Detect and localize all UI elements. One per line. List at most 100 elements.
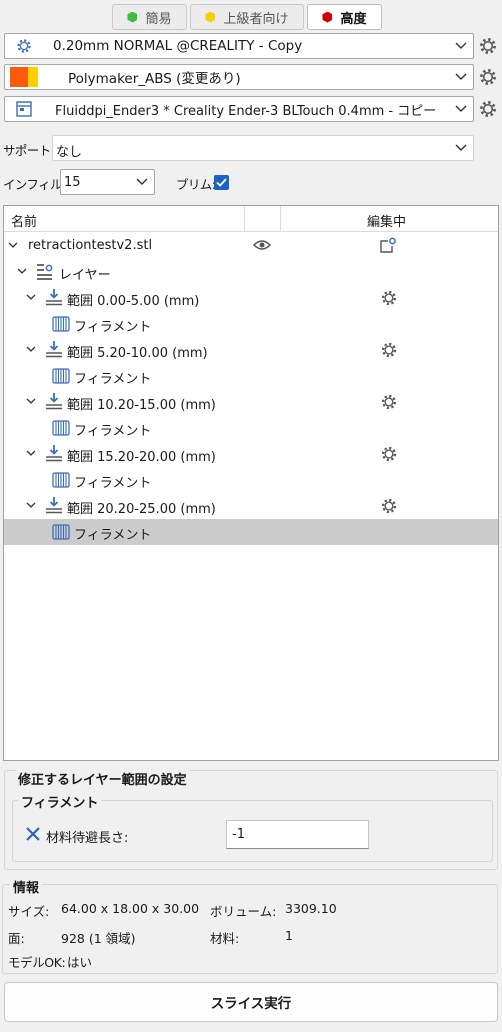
material-label: 材料:: [210, 931, 240, 946]
range-setting-row[interactable]: フィラメント: [4, 415, 498, 441]
object-name: retractiontestv2.stl: [28, 238, 153, 253]
mode-simple-button[interactable]: 簡易: [112, 4, 187, 30]
volume-label: ボリューム:: [210, 904, 277, 919]
range-row[interactable]: 範囲 15.20-20.00 (mm): [4, 441, 498, 467]
object-list[interactable]: 名前 編集中 retractiontestv2.stl レイヤー 範囲 0.00…: [3, 205, 499, 761]
mode-expert-button[interactable]: 高度: [307, 4, 382, 30]
gear-icon[interactable]: [380, 445, 398, 463]
volume-value: 3309.10: [285, 901, 337, 916]
eye-icon[interactable]: [253, 239, 271, 251]
range-row[interactable]: 範囲 0.00-5.00 (mm): [4, 285, 498, 311]
printer-preset-combo[interactable]: Fluiddpi_Ender3 * Creality Ender-3 BLTou…: [4, 96, 474, 122]
mode-advanced-label: 上級者向け: [223, 11, 289, 27]
mode-advanced-button[interactable]: 上級者向け: [190, 4, 304, 30]
infill-value: 15: [64, 175, 81, 190]
layer-range-icon: [46, 445, 62, 462]
support-label: サポート:: [3, 143, 55, 158]
support-value: なし: [56, 145, 83, 160]
print-preset-value: 0.20mm NORMAL @CREALITY - Copy: [53, 38, 303, 54]
brim-checkbox[interactable]: [214, 175, 229, 190]
column-editing-header: 編集中: [367, 215, 407, 230]
model-ok-value: はい: [67, 955, 93, 970]
range-setting-label: フィラメント: [74, 476, 152, 491]
retract-length-input[interactable]: -1: [226, 820, 369, 849]
filament-color-swatch: [10, 67, 38, 87]
range-setting-row[interactable]: フィラメント: [4, 311, 498, 337]
brim-label: ブリム:: [176, 177, 216, 192]
size-value: 64.00 x 18.00 x 30.00: [61, 901, 200, 916]
red-hexagon-icon: [322, 11, 333, 23]
filament-icon: [52, 472, 70, 488]
range-row[interactable]: 範囲 5.20-10.00 (mm): [4, 337, 498, 363]
layers-row[interactable]: レイヤー: [4, 259, 498, 285]
range-label: 範囲 5.20-10.00 (mm): [67, 346, 208, 361]
range-setting-label: フィラメント: [74, 372, 152, 387]
material-value: 1: [285, 928, 293, 943]
remove-setting-icon[interactable]: [25, 826, 41, 842]
print-preset-gear-icon[interactable]: [478, 36, 498, 56]
range-setting-row-selected[interactable]: フィラメント: [4, 519, 498, 545]
filament-group-title: フィラメント: [18, 792, 102, 811]
gear-icon[interactable]: [380, 497, 398, 515]
chevron-down-icon[interactable]: [26, 344, 36, 354]
retract-length-label: 材料待避長さ:: [46, 831, 129, 846]
filament-icon: [52, 420, 70, 436]
retract-length-value: -1: [232, 827, 245, 842]
filament-icon: [52, 368, 70, 384]
infill-label: インフィル:: [3, 177, 66, 192]
object-list-header: 名前 編集中: [4, 206, 498, 232]
layers-icon: [37, 264, 53, 280]
chevron-down-icon: [136, 178, 148, 185]
chevron-down-icon[interactable]: [26, 292, 36, 302]
range-setting-label: フィラメント: [74, 528, 152, 543]
faces-label: 面:: [8, 931, 25, 946]
layers-label: レイヤー: [59, 268, 111, 283]
range-row[interactable]: 範囲 20.20-25.00 (mm): [4, 493, 498, 519]
layer-range-icon: [46, 289, 62, 306]
range-setting-row[interactable]: フィラメント: [4, 467, 498, 493]
chevron-down-icon: [455, 42, 467, 49]
chevron-down-icon[interactable]: [8, 240, 18, 250]
column-name-header: 名前: [11, 215, 38, 230]
gear-icon[interactable]: [380, 393, 398, 411]
model-ok-label: モデルOK:: [8, 955, 66, 970]
print-settings-gear-icon: [17, 39, 31, 53]
range-label: 範囲 15.20-20.00 (mm): [67, 450, 216, 465]
layer-range-icon: [46, 497, 62, 514]
filament-preset-gear-icon[interactable]: [478, 67, 498, 87]
filament-preset-combo[interactable]: Polymaker_ABS (変更あり): [4, 64, 474, 90]
object-row[interactable]: retractiontestv2.stl: [4, 233, 498, 259]
layer-range-icon: [46, 341, 62, 358]
gear-icon[interactable]: [380, 341, 398, 359]
range-row[interactable]: 範囲 10.20-15.00 (mm): [4, 389, 498, 415]
chevron-down-icon[interactable]: [17, 266, 27, 276]
layer-range-settings-title: 修正するレイヤー範囲の設定: [15, 769, 190, 788]
mode-expert-label: 高度: [340, 11, 367, 27]
print-preset-combo[interactable]: 0.20mm NORMAL @CREALITY - Copy: [4, 33, 474, 59]
support-select[interactable]: なし: [52, 135, 474, 161]
range-setting-label: フィラメント: [74, 320, 152, 335]
info-title: 情報: [10, 877, 43, 896]
edit-object-icon[interactable]: [379, 237, 397, 254]
range-setting-label: フィラメント: [74, 424, 152, 439]
chevron-down-icon[interactable]: [26, 396, 36, 406]
filament-preset-value: Polymaker_ABS (変更あり): [68, 71, 241, 87]
chevron-down-icon[interactable]: [26, 448, 36, 458]
chevron-down-icon[interactable]: [26, 500, 36, 510]
slice-now-button[interactable]: スライス実行: [4, 982, 498, 1022]
chevron-down-icon: [455, 144, 467, 151]
filament-icon: [52, 316, 70, 332]
green-hexagon-icon: [127, 11, 138, 23]
range-setting-row[interactable]: フィラメント: [4, 363, 498, 389]
printer-icon: [16, 101, 32, 117]
filament-icon: [52, 524, 70, 540]
faces-value: 928 (1 領域): [61, 931, 136, 946]
printer-preset-gear-icon[interactable]: [478, 99, 498, 119]
gear-icon[interactable]: [380, 289, 398, 307]
infill-combo[interactable]: 15: [60, 169, 155, 195]
size-label: サイズ:: [8, 904, 50, 919]
yellow-hexagon-icon: [205, 11, 216, 23]
chevron-down-icon: [455, 73, 467, 80]
mode-simple-label: 簡易: [145, 11, 172, 27]
range-label: 範囲 20.20-25.00 (mm): [67, 502, 216, 517]
